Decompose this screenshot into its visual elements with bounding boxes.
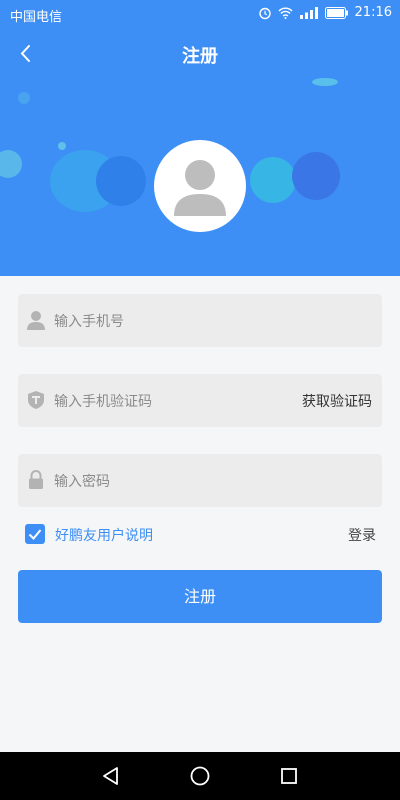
verify-code-input[interactable]	[52, 374, 286, 429]
decorative-bubble	[18, 92, 30, 104]
recents-square-icon[interactable]	[277, 764, 301, 788]
alarm-icon	[258, 6, 272, 20]
signal-icon	[299, 6, 319, 19]
register-button[interactable]: 注册	[18, 570, 382, 623]
header-banner: 中国电信 21:16 注册	[0, 0, 400, 276]
home-circle-icon[interactable]	[188, 764, 212, 788]
default-user-icon	[174, 160, 226, 216]
decorative-bubble	[0, 150, 22, 178]
password-field[interactable]	[18, 454, 382, 509]
phone-field[interactable]	[18, 294, 382, 349]
phone-input[interactable]	[52, 294, 286, 349]
carrier-label: 中国电信	[10, 10, 63, 25]
decorative-bubble	[58, 142, 66, 150]
checkmark-icon	[28, 529, 42, 540]
page-title: 注册	[182, 46, 218, 67]
user-icon	[26, 308, 46, 332]
wifi-icon	[278, 7, 293, 19]
verify-code-field[interactable]: 获取验证码	[18, 374, 382, 429]
login-link[interactable]: 登录	[348, 525, 376, 545]
password-input[interactable]	[52, 454, 286, 509]
clock-time: 21:16	[354, 5, 392, 20]
get-code-button[interactable]: 获取验证码	[302, 391, 372, 411]
decorative-bubble	[250, 157, 296, 203]
decorative-bubble	[312, 78, 338, 86]
shield-icon	[26, 388, 46, 412]
status-bar: 中国电信 21:16	[0, 0, 400, 28]
agreement-link[interactable]: 好鹏友用户说明	[55, 525, 153, 545]
system-nav-bar	[0, 752, 400, 800]
nav-bar: 注册	[0, 34, 400, 74]
agreement-checkbox[interactable]	[25, 524, 45, 544]
lock-icon	[26, 468, 46, 492]
avatar[interactable]	[154, 140, 246, 232]
agreement-row: 好鹏友用户说明 登录	[25, 524, 380, 546]
decorative-bubble	[292, 152, 340, 200]
back-triangle-icon[interactable]	[99, 764, 123, 788]
battery-icon	[324, 6, 349, 19]
decorative-bubble	[96, 156, 146, 206]
